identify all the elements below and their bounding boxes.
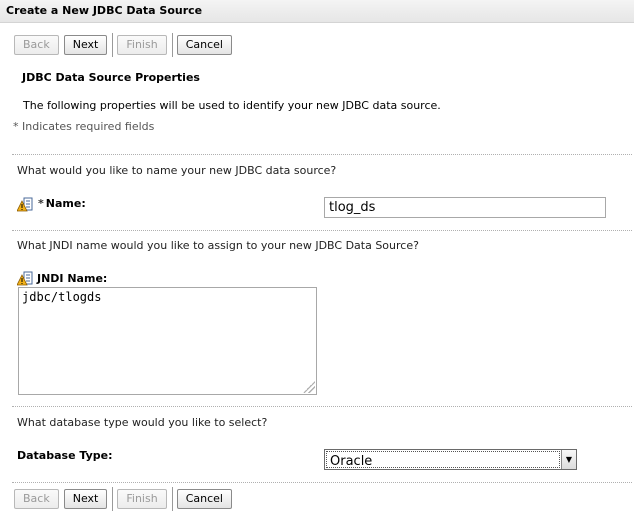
- button-separator: [171, 487, 173, 511]
- chevron-down-icon[interactable]: ▼: [561, 450, 576, 469]
- divider: [12, 482, 632, 483]
- db-type-select[interactable]: Oracle ▼: [324, 449, 577, 470]
- top-button-bar: Back Next Finish Cancel: [14, 33, 237, 57]
- section-description: The following properties will be used to…: [23, 99, 441, 112]
- section-heading: JDBC Data Source Properties: [22, 71, 200, 84]
- finish-button[interactable]: Finish: [117, 489, 167, 509]
- db-type-selected-value: Oracle: [326, 451, 560, 469]
- window-title: Create a New JDBC Data Source: [0, 0, 634, 23]
- divider: [12, 230, 632, 231]
- resize-grip-icon[interactable]: [303, 381, 315, 393]
- required-marker: *: [38, 197, 44, 210]
- back-button[interactable]: Back: [14, 489, 59, 509]
- jndi-question: What JNDI name would you like to assign …: [17, 239, 419, 252]
- back-button[interactable]: Back: [14, 35, 59, 55]
- bottom-button-bar: Back Next Finish Cancel: [14, 487, 237, 511]
- required-fields-note: * Indicates required fields: [13, 120, 155, 133]
- name-label-text: Name:: [45, 197, 86, 210]
- db-type-label: Database Type:: [17, 449, 113, 462]
- divider: [12, 406, 632, 407]
- name-input[interactable]: [324, 197, 606, 218]
- jndi-label: JNDI Name:: [37, 272, 108, 285]
- jndi-textarea[interactable]: jdbc/tlogds: [18, 287, 317, 395]
- button-separator: [112, 33, 114, 57]
- divider: [12, 154, 632, 155]
- db-type-question: What database type would you like to sel…: [17, 416, 268, 429]
- button-separator: [112, 487, 114, 511]
- button-separator: [171, 33, 173, 57]
- name-question: What would you like to name your new JDB…: [17, 164, 337, 177]
- cancel-button[interactable]: Cancel: [176, 35, 232, 55]
- name-label: * Name:: [38, 197, 86, 210]
- help-warning-icon[interactable]: [17, 271, 33, 286]
- next-button[interactable]: Next: [63, 489, 108, 509]
- next-button[interactable]: Next: [63, 35, 108, 55]
- finish-button[interactable]: Finish: [117, 35, 167, 55]
- cancel-button[interactable]: Cancel: [176, 489, 232, 509]
- help-warning-icon[interactable]: [17, 197, 33, 212]
